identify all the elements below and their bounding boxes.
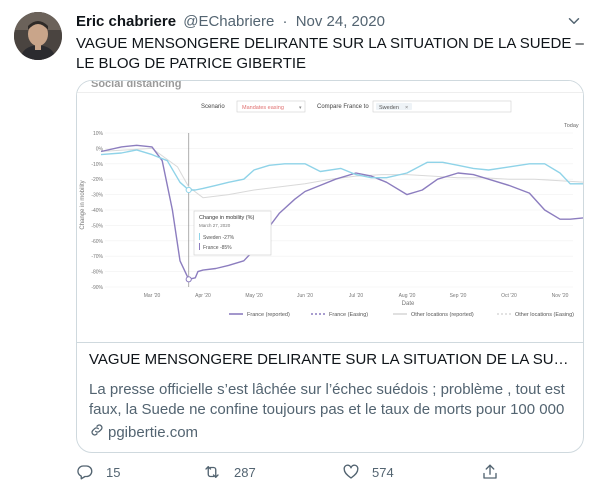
like-count: 574 [372,464,394,480]
link-icon [89,422,105,444]
card-divider [77,342,583,343]
x-tick-label: Oct '20 [501,293,517,299]
tooltip-sweden: Sweden -27% [203,235,235,241]
x-tick-label: Jun '20 [297,293,313,299]
legend-label: Other locations (reported) [411,312,474,318]
x-tick-label: Nov '20 [552,293,569,299]
svg-text:×: × [405,105,408,111]
hover-point-france [185,276,192,283]
tooltip-title: Change in mobility (%) [199,215,254,221]
chart-tooltip: Change in mobility (%) March 27, 2020 Sw… [193,210,272,256]
heart-icon[interactable] [342,463,360,481]
card-domain-row: pgibertie.com [89,422,573,444]
compare-value: Sweden [379,105,399,111]
x-tick-label: Sep '20 [450,293,467,299]
scenario-value: Mandates easing [242,105,284,111]
tooltip-france: France -85% [203,245,232,251]
retweet-count: 287 [234,464,256,480]
more-icon[interactable] [562,10,586,32]
avatar[interactable] [14,12,62,60]
share-icon[interactable] [481,463,499,481]
y-tick-label: -80% [91,270,103,276]
y-tick-label: -70% [91,254,103,260]
retweet-icon[interactable] [202,463,222,481]
x-tick-label: Apr '20 [195,293,211,299]
share-button[interactable] [481,462,499,482]
chart-heading: Social distancing [91,81,181,90]
tweet-header: Eric chabriere @EChabriere · Nov 24, 202… [76,12,385,32]
y-axis-label: Change in mobility [80,180,86,229]
card-title[interactable]: VAGUE MENSONGERE DELIRANTE SUR LA SITUAT… [89,350,573,370]
card-image[interactable]: Social distancing Scenario Mandates easi… [77,81,583,342]
reply-icon[interactable] [76,463,94,481]
legend-label: Other locations (Easing) [515,312,574,318]
y-tick-label: -30% [91,193,103,199]
tweet-text: VAGUE MENSONGERE DELIRANTE SUR LA SITUAT… [76,35,584,72]
tweet-date[interactable]: Nov 24, 2020 [296,13,385,30]
reply-count: 15 [106,464,121,480]
x-tick-label: Jul '20 [349,293,364,299]
x-tick-label: Mar '20 [144,293,161,299]
card-description: La presse officielle s’est lâchée sur l’… [89,381,565,418]
display-name[interactable]: Eric chabriere [76,13,176,30]
y-tick-label: -20% [91,177,103,183]
tooltip-date: March 27, 2020 [199,223,231,228]
separator-dot: · [282,13,288,30]
tweet[interactable]: Eric chabriere @EChabriere · Nov 24, 202… [0,0,598,496]
y-tick-label: -90% [91,285,103,291]
y-tick-label: 10% [93,131,104,137]
today-label: Today [564,123,579,129]
legend-label: France (Easing) [329,312,368,318]
tweet-actions: 15 287 574 [76,462,499,482]
hover-point-sweden [185,186,192,194]
legend-label: France (reported) [247,312,290,318]
x-axis-label: Date [402,301,415,307]
y-tick-label: -60% [91,239,103,245]
x-tick-label: May '20 [245,293,263,299]
like-button[interactable]: 574 [342,462,394,482]
y-tick-label: -10% [91,162,103,168]
x-tick-label: Aug '20 [399,293,416,299]
scenario-label: Scenario [201,104,225,110]
link-card[interactable]: Social distancing Scenario Mandates easi… [76,80,584,453]
y-tick-label: -40% [91,208,103,214]
retweet-button[interactable]: 287 [202,462,256,482]
reply-button[interactable]: 15 [76,462,120,482]
compare-label: Compare France to [317,104,369,110]
y-tick-label: -50% [91,223,103,229]
mobility-chart: Social distancing Scenario Mandates easi… [77,81,583,342]
card-body[interactable]: VAGUE MENSONGERE DELIRANTE SUR LA SITUAT… [89,350,573,444]
card-domain: pgibertie.com [108,424,199,441]
user-handle[interactable]: @EChabriere [183,13,274,30]
